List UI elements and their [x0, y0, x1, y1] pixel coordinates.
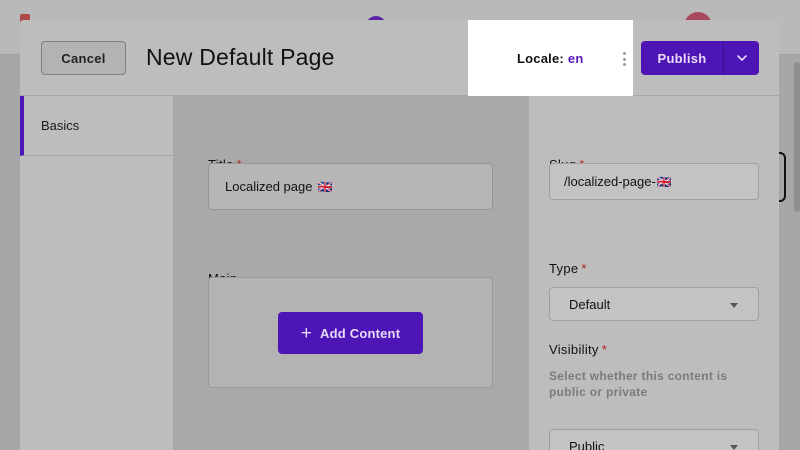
- locale-label: Locale: en: [517, 51, 584, 66]
- title-input-value: Localized page: [225, 179, 313, 194]
- sidebar-item-label: Basics: [41, 118, 80, 133]
- locale-value[interactable]: en: [568, 51, 584, 66]
- type-select[interactable]: Default: [549, 287, 759, 321]
- modal-title: New Default Page: [146, 44, 335, 70]
- visibility-label-text: Visibility: [549, 342, 599, 357]
- slug-input[interactable]: /localized-page- 🇬🇧: [549, 163, 759, 200]
- slug-input-value: /localized-page-: [564, 174, 656, 189]
- required-marker: *: [601, 342, 608, 357]
- required-marker: *: [581, 261, 587, 276]
- background-panel-edge: [778, 152, 786, 202]
- visibility-select[interactable]: Public: [549, 429, 759, 450]
- uk-flag-icon: 🇬🇧: [317, 179, 333, 194]
- sidebar-item-basics[interactable]: Basics: [20, 96, 173, 156]
- locale-label-text: Locale:: [517, 51, 564, 66]
- background-scrollbar: [794, 62, 800, 212]
- visibility-field-label: Visibility *: [549, 342, 607, 357]
- new-page-modal: Cancel New Default Page Locale: en Publis…: [20, 20, 779, 450]
- visibility-help-text: Select whether this content is public or…: [549, 369, 728, 399]
- modal-header: Cancel New Default Page Locale: en Publis…: [20, 20, 779, 96]
- main-content-area: + Add Content: [208, 277, 493, 388]
- visibility-select-value: Public: [569, 438, 605, 450]
- cancel-button[interactable]: Cancel: [41, 41, 126, 75]
- type-label-text: Type: [549, 261, 579, 276]
- add-content-label: Add Content: [320, 325, 401, 341]
- type-field-label: Type *: [549, 261, 587, 276]
- type-select-value: Default: [569, 296, 611, 312]
- uk-flag-icon: 🇬🇧: [656, 174, 672, 189]
- publish-options-button[interactable]: [724, 41, 759, 75]
- modal-sidebar: Basics: [20, 96, 173, 450]
- more-vertical-icon[interactable]: [621, 52, 627, 66]
- dropdown-caret-icon: [730, 445, 738, 450]
- settings-sidebar: Slug* /localized-page-🇬🇧 Type* Default V…: [529, 96, 779, 450]
- plus-icon: +: [300, 322, 313, 344]
- chevron-down-icon: [736, 55, 747, 61]
- locale-selector[interactable]: Locale: en: [468, 20, 633, 96]
- dropdown-caret-icon: [730, 303, 738, 308]
- publish-button[interactable]: Publish: [641, 41, 724, 75]
- publish-button-group: Publish: [641, 41, 759, 75]
- add-content-button[interactable]: + Add Content: [278, 312, 423, 354]
- title-input[interactable]: Localized page 🇬🇧: [208, 163, 493, 210]
- main-fields: Title* Localized page🇬🇧 Main + Add Conte…: [173, 96, 529, 450]
